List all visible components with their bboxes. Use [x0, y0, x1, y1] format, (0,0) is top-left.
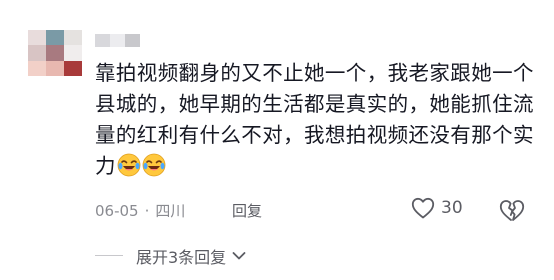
crying-laughing-emoji-icon — [142, 153, 166, 177]
broken-heart-icon — [499, 200, 525, 221]
expand-replies-button[interactable]: 展开3条回复 — [136, 244, 246, 268]
like-button[interactable]: 30 — [411, 197, 463, 219]
username-blurred[interactable] — [95, 34, 140, 47]
avatar-pixel — [64, 45, 82, 61]
crying-laughing-emoji-icon — [117, 153, 141, 177]
replies-divider — [95, 255, 123, 256]
avatar[interactable] — [28, 30, 82, 76]
comment-date: 06-05 — [95, 201, 139, 220]
username-pixel — [125, 34, 140, 47]
dislike-button[interactable] — [499, 198, 525, 222]
like-count: 30 — [441, 198, 463, 218]
username-pixel — [110, 34, 125, 47]
avatar-pixel — [28, 30, 46, 46]
avatar-pixel — [64, 30, 82, 46]
avatar-pixel — [64, 60, 82, 76]
chevron-down-icon — [232, 252, 246, 260]
avatar-pixel — [28, 45, 46, 61]
comment-meta: 06-05 · 四川 — [95, 200, 185, 221]
avatar-pixel — [28, 60, 46, 76]
meta-separator: · — [144, 201, 150, 220]
username-pixel — [95, 34, 110, 47]
comment-location: 四川 — [155, 202, 186, 220]
comment-item: 靠拍视频翻身的又不止她一个，我老家跟她一个县城的，她早期的生活都是真实的，她能抓… — [0, 0, 554, 280]
reply-button[interactable]: 回复 — [232, 200, 262, 221]
comment-text: 靠拍视频翻身的又不止她一个，我老家跟她一个县城的，她早期的生活都是真实的，她能抓… — [95, 58, 535, 182]
avatar-pixel — [46, 30, 64, 46]
avatar-pixel — [46, 45, 64, 61]
expand-replies-label: 展开3条回复 — [136, 248, 227, 267]
heart-outline-icon — [411, 197, 435, 219]
avatar-pixel — [46, 60, 64, 76]
